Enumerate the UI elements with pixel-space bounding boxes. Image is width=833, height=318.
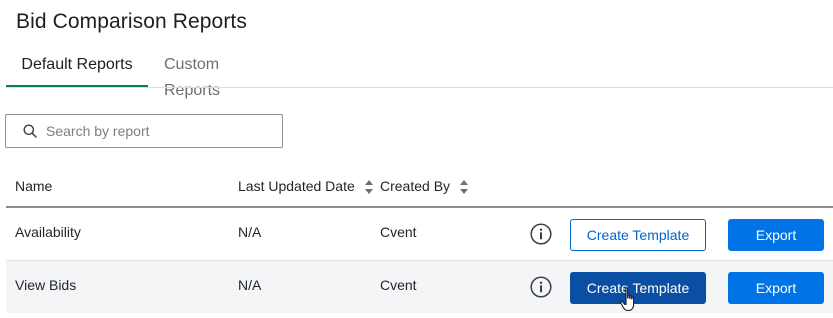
tab-custom-reports[interactable]: Custom Reports — [164, 52, 220, 99]
page-title: Bid Comparison Reports — [16, 10, 247, 33]
export-button[interactable]: Export — [728, 219, 824, 251]
created-by: Cvent — [380, 277, 417, 293]
search-icon — [23, 124, 37, 138]
created-by: Cvent — [380, 224, 417, 240]
column-header-name: Name — [15, 170, 52, 202]
report-name: Availability — [15, 224, 81, 240]
table-header: Name Last Updated Date Created By — [6, 170, 833, 206]
info-icon[interactable] — [530, 223, 552, 245]
create-template-button[interactable]: Create Template — [570, 219, 706, 251]
table-row: Availability N/A Cvent Create Template E… — [6, 208, 833, 261]
last-updated-date: N/A — [238, 224, 262, 240]
search-input[interactable] — [46, 115, 276, 147]
sort-icon[interactable] — [364, 180, 373, 195]
bid-comparison-reports-page: Bid Comparison Reports Default Reports C… — [0, 0, 833, 318]
tabs-divider — [6, 87, 833, 88]
last-updated-date: N/A — [238, 277, 262, 293]
tab-default-reports[interactable]: Default Reports — [6, 52, 148, 88]
tab-label: Default Reports — [21, 56, 133, 73]
table-row: View Bids N/A Cvent Create Template Expo… — [6, 261, 833, 313]
hand-pointer-cursor — [620, 287, 635, 312]
export-button[interactable]: Export — [728, 272, 824, 304]
search-box — [5, 114, 283, 148]
sort-icon[interactable] — [459, 180, 468, 195]
report-name: View Bids — [15, 277, 77, 293]
column-label: Last Updated Date — [238, 178, 355, 194]
tab-label: Custom Reports — [164, 56, 221, 99]
column-header-created-by[interactable]: Created By — [380, 170, 468, 202]
create-template-button[interactable]: Create Template — [570, 272, 706, 304]
column-label: Created By — [380, 178, 451, 194]
column-header-last-updated[interactable]: Last Updated Date — [238, 170, 373, 202]
column-label: Name — [15, 178, 53, 194]
info-icon[interactable] — [530, 276, 552, 298]
